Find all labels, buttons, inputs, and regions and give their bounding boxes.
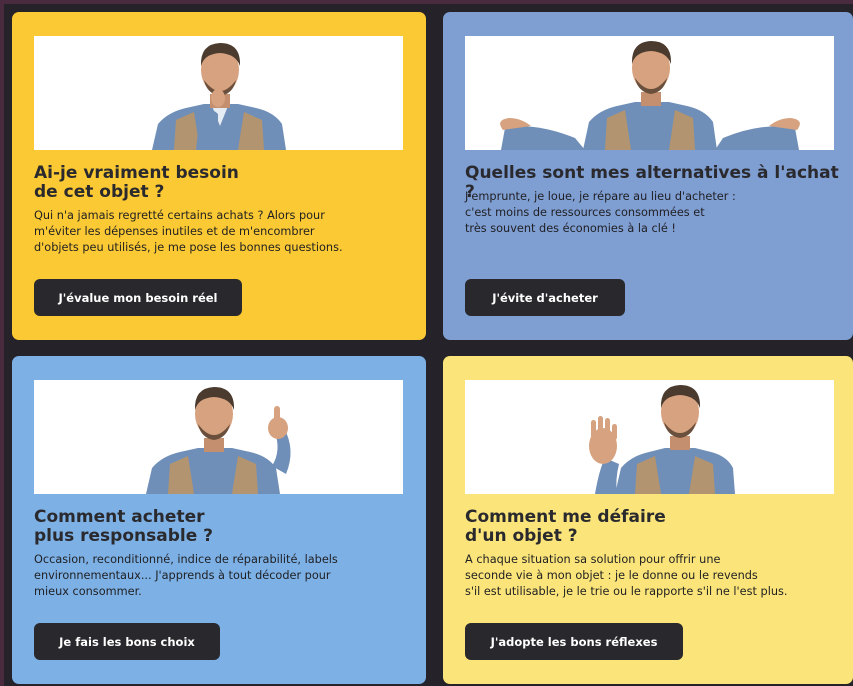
card-description: A chaque situation sa solution pour offr… [465, 553, 788, 598]
card-description: Qui n'a jamais regretté certains achats … [34, 209, 343, 254]
card-get-rid-of-object: Comment me défaire d'un objet ? A chaque… [443, 356, 853, 684]
window-frame-left [0, 0, 4, 686]
card-title: Ai-je vraiment besoin de cet objet ? [34, 163, 239, 202]
card-responsible-buying: Comment acheter plus responsable ? Occas… [12, 356, 426, 684]
window-frame-top [0, 0, 853, 4]
make-good-choices-button[interactable]: Je fais les bons choix [34, 623, 220, 660]
card-photo [465, 380, 834, 494]
card-photo [34, 380, 403, 494]
pointing-man-icon [146, 387, 291, 494]
card-photo [465, 36, 834, 150]
shrugging-man-icon [500, 41, 800, 150]
card-title: Comment me défaire d'un objet ? [465, 507, 666, 546]
evaluate-need-button[interactable]: J'évalue mon besoin réel [34, 279, 242, 316]
thinking-man-icon [152, 43, 286, 150]
adopt-good-reflexes-button[interactable]: J'adopte les bons réflexes [465, 623, 683, 660]
card-alternatives: Quelles sont mes alternatives à l'achat … [443, 12, 853, 340]
card-description: J'emprunte, je loue, je répare au lieu d… [465, 190, 736, 235]
card-title: Comment acheter plus responsable ? [34, 507, 214, 546]
card-description: Occasion, reconditionné, indice de répar… [34, 553, 338, 598]
card-photo [34, 36, 403, 150]
card-need-evaluation: Ai-je vraiment besoin de cet objet ? Qui… [12, 12, 426, 340]
waving-man-icon [589, 385, 735, 494]
avoid-buying-button[interactable]: J'évite d'acheter [465, 279, 625, 316]
